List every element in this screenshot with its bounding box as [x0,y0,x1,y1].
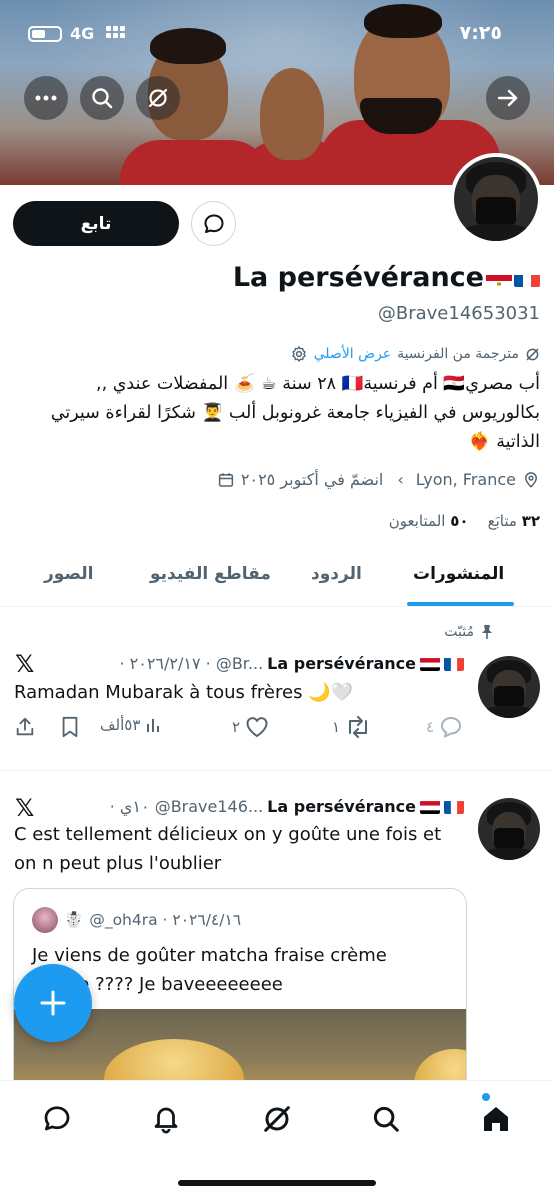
profile-avatar[interactable] [450,153,542,245]
like-button[interactable]: ٢ [232,716,269,738]
profile-bio: أب مصري🇪🇬 أم فرنسية🇫🇷 ٢٨ سنة ☕ 🍝 المفضلا… [12,370,540,457]
tab-replies[interactable]: الردود [311,564,362,584]
bio-line: أب مصري🇪🇬 أم فرنسية🇫🇷 ٢٨ سنة ☕ 🍝 المفضلا… [96,374,540,394]
reply-button[interactable]: ٤ [426,716,463,738]
search-button[interactable] [80,76,124,120]
post-author[interactable]: La persévérance [267,654,416,673]
post-handle-date[interactable]: · ٢٠٢٦/٢/١٧ · @Br... [119,654,263,673]
more-icon [35,95,57,101]
translated-from-label: مترجمة من الفرنسية [397,346,519,362]
profile-name: La persévérance [233,262,540,293]
profile-tabs: المنشورات الردود مقاطع الفيديو الصور [0,555,554,607]
post-header: · ١٠ي @Brave146... La persévérance [110,797,464,816]
nav-home[interactable] [476,1099,516,1139]
followers-link[interactable]: ٥٠ المتابعون [389,512,469,530]
calendar-icon [218,472,234,487]
grok-icon [264,1106,290,1132]
nav-notifications[interactable] [146,1099,186,1139]
display-name: La persévérance [232,262,484,293]
bio-line: الذاتية ❤️‍🔥 [468,432,540,452]
network-label: 4G [70,24,95,43]
quote-emoji: ☃️ [64,911,84,929]
share-button[interactable] [14,716,36,738]
views-count[interactable]: ٥٣ألف [100,716,163,734]
follow-counts: ٣٢ متابَع ٥٠ المتابعون [389,512,540,530]
post-divider [0,770,554,771]
search-icon [373,1106,399,1132]
gear-icon[interactable] [290,345,308,363]
battery-icon [28,26,62,42]
bookmark-button[interactable] [60,716,80,738]
post-text: Ramadan Mubarak à tous frères 🌙🤍 [14,682,354,703]
location-pin-icon [524,471,538,488]
pin-icon [482,625,492,639]
quote-header: ☃️ @_oh4ra · ٢٠٢٦/٤/١٦ [32,907,241,933]
bell-icon [154,1107,178,1134]
grok-icon [148,88,168,108]
x-logo-icon: 𝕏 [15,794,35,822]
arrow-right-icon [497,89,518,107]
bookmark-icon [62,716,78,738]
tab-posts[interactable]: المنشورات [413,564,504,584]
quote-text: Je viens de goûter matcha fraise crème b… [32,945,387,995]
nav-grok[interactable] [257,1099,297,1139]
compose-button[interactable] [14,964,92,1042]
plus-icon [40,990,66,1016]
post-avatar[interactable] [478,656,540,718]
banner-player-beard [360,98,442,134]
retweet-button[interactable]: ١ [332,716,371,738]
nav-messages[interactable] [37,1099,77,1139]
quote-handle-date: @_oh4ra · ٢٠٢٦/٤/١٦ [89,911,242,929]
retweet-icon [349,716,368,738]
following-link[interactable]: ٣٢ متابَع [488,512,540,530]
chevron-left-icon[interactable]: ‹ [397,470,403,489]
forward-button[interactable] [486,76,530,120]
profile-handle: @Brave14653031 [377,303,540,324]
active-tab-indicator [407,602,514,606]
banner-player-face [260,68,324,160]
pinned-label: مُثبّت [444,624,494,640]
message-icon [204,214,223,233]
message-button[interactable] [191,201,236,246]
home-icon [484,1107,508,1131]
post-author[interactable]: La persévérance [267,797,416,816]
post-handle-date[interactable]: · ١٠ي @Brave146... [110,797,263,816]
france-flag-icon [514,269,540,287]
status-bar: 4G ٧:٢٥ [0,22,554,48]
egypt-flag-icon [420,657,440,671]
tab-videos[interactable]: مقاطع الفيديو [150,564,271,584]
profile-meta: انضمّ في أكتوبر ٢٠٢٥ ‹ Lyon, France [217,470,540,489]
more-button[interactable] [24,76,68,120]
egypt-flag-icon [420,800,440,814]
bio-line: بكالوريوس في الفيزياء جامعة غرونوبل ألب … [50,403,540,423]
reply-icon [441,717,462,738]
home-indicator [178,1180,376,1186]
translation-row: مترجمة من الفرنسية عرض الأصلي [290,345,540,363]
post-text: C est tellement délicieux on y goûte une… [14,824,442,874]
signal-icon [106,26,126,42]
quote-avatar [32,907,58,933]
grok-button[interactable] [136,76,180,120]
egypt-flag-icon [486,269,512,287]
nav-search[interactable] [366,1099,406,1139]
joined-date: انضمّ في أكتوبر ٢٠٢٥ [240,470,384,489]
france-flag-icon [444,657,464,671]
views-icon [147,719,160,732]
heart-icon [246,717,268,737]
location-text: Lyon, France [415,470,516,489]
search-icon [92,88,113,109]
post-header: · ٢٠٢٦/٢/١٧ · @Br... La persévérance [119,654,464,673]
grok-icon [526,348,539,360]
share-icon [16,717,34,736]
tab-photos[interactable]: الصور [44,564,93,584]
message-icon [44,1106,70,1131]
show-original-link[interactable]: عرض الأصلي [314,346,392,362]
x-logo-icon: 𝕏 [15,650,35,678]
post-avatar[interactable] [478,798,540,860]
status-time: ٧:٢٥ [459,22,502,44]
unread-dot [482,1093,490,1101]
follow-button[interactable]: تابع [13,201,179,246]
post-actions: ٥٣ألف ٢ ١ ٤ [14,716,474,746]
france-flag-icon [444,800,464,814]
